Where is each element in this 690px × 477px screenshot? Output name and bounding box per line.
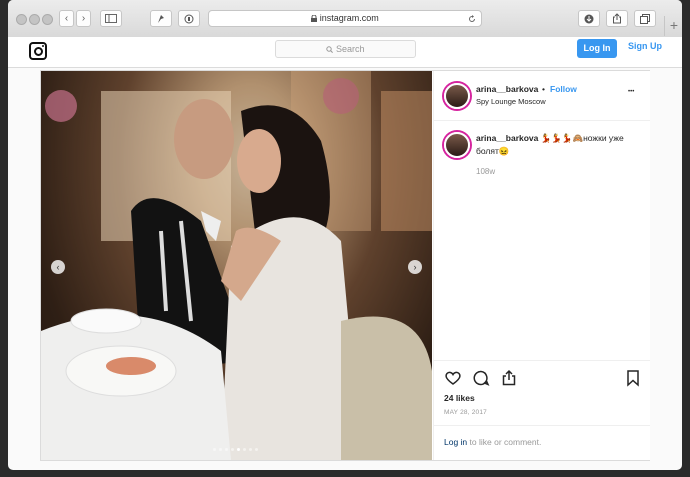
carousel-dot — [213, 448, 216, 451]
post-card: ‹ › arina__barkova • Follow Spy Lounge M… — [40, 70, 650, 461]
tabs-button[interactable] — [634, 10, 656, 27]
share-button[interactable] — [606, 10, 628, 27]
avatar[interactable] — [444, 83, 470, 109]
header-divider — [434, 120, 650, 121]
likes-count[interactable]: 24 likes — [444, 393, 475, 403]
share-post-icon[interactable] — [500, 369, 518, 387]
caption-avatar[interactable] — [444, 132, 470, 158]
minimize-window-button[interactable] — [29, 14, 40, 25]
browser-window: ‹ › instagram.com + Search Log In Sign U… — [8, 0, 682, 470]
post-location[interactable]: Spy Lounge Moscow — [476, 97, 546, 106]
follow-button[interactable]: Follow — [550, 84, 577, 94]
tabs-icon — [640, 14, 650, 24]
comment-icon[interactable] — [472, 369, 490, 387]
url-text: instagram.com — [319, 13, 379, 23]
sidebar-icon — [105, 14, 117, 23]
zoom-window-button[interactable] — [42, 14, 53, 25]
back-button[interactable]: ‹ — [59, 10, 74, 27]
extension-button[interactable] — [150, 10, 172, 27]
login-prompt: Log in to like or comment. — [444, 437, 541, 447]
post-date: MAY 28, 2017 — [444, 409, 487, 416]
carousel-dot — [249, 448, 252, 451]
close-window-button[interactable] — [16, 14, 27, 25]
search-input[interactable]: Search — [275, 40, 416, 58]
share-icon — [613, 13, 621, 24]
sidebar-toggle-button[interactable] — [100, 10, 122, 27]
forward-button[interactable]: › — [76, 10, 91, 27]
downloads-button[interactable] — [578, 10, 600, 27]
login-button[interactable]: Log In — [577, 39, 617, 58]
previous-photo-button[interactable]: ‹ — [51, 260, 65, 274]
post-photo[interactable]: ‹ › — [41, 71, 432, 460]
post-username[interactable]: arina__barkova — [476, 84, 538, 94]
caption: arina__barkova 💃💃💃🙈ножки уже болят😖 — [476, 132, 641, 158]
lock-icon — [311, 14, 318, 22]
caption-time: 108w — [476, 167, 496, 176]
actions-divider — [434, 360, 650, 361]
reader-button[interactable] — [178, 10, 200, 27]
instagram-header: Search Log In Sign Up — [8, 37, 682, 68]
new-tab-button[interactable]: + — [664, 16, 682, 36]
reader-icon — [184, 14, 194, 24]
signup-link[interactable]: Sign Up — [628, 41, 662, 51]
instagram-logo-icon[interactable] — [29, 42, 47, 60]
photo-scene — [41, 71, 432, 460]
separator: • — [542, 84, 545, 94]
carousel-dot-active — [237, 448, 240, 451]
bookmark-icon[interactable] — [624, 369, 642, 387]
next-photo-button[interactable]: › — [408, 260, 422, 274]
extension-icon — [158, 15, 164, 23]
carousel-dot — [219, 448, 222, 451]
heart-icon[interactable] — [444, 369, 462, 387]
login-link[interactable]: Log in — [444, 437, 467, 447]
login-prompt-text: to like or comment. — [467, 437, 542, 447]
search-placeholder: Search — [335, 44, 365, 54]
post-sidebar: arina__barkova • Follow Spy Lounge Mosco… — [433, 71, 650, 460]
caption-username[interactable]: arina__barkova — [476, 133, 538, 143]
browser-toolbar: ‹ › instagram.com + — [8, 0, 682, 38]
reload-icon[interactable] — [468, 15, 476, 23]
address-bar[interactable]: instagram.com — [208, 10, 482, 27]
carousel-dot — [243, 448, 246, 451]
carousel-dot — [255, 448, 258, 451]
carousel-dot — [225, 448, 228, 451]
search-icon — [326, 46, 334, 53]
footer-divider — [434, 425, 650, 426]
carousel-dot — [231, 448, 234, 451]
download-icon — [584, 14, 594, 24]
more-options-button[interactable]: ••• — [628, 89, 634, 95]
